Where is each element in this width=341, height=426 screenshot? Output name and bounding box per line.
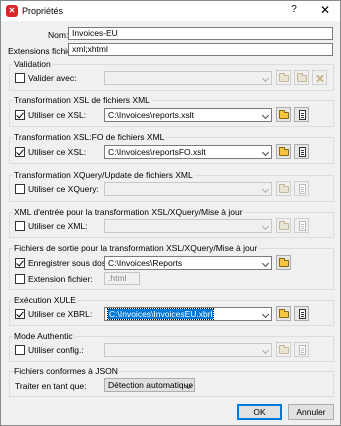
chevron-down-icon xyxy=(261,259,270,268)
xquery-label: Utiliser ce XQuery: xyxy=(28,184,99,194)
xslfo-title: Transformation XSL:FO de fichiers XML xyxy=(13,132,166,142)
xslfo-combo[interactable]: C:\Invoices\reportsFO.xslt xyxy=(104,145,272,159)
xml-input-browse-button[interactable] xyxy=(276,218,291,233)
save-folder-browse-button[interactable] xyxy=(276,255,291,270)
treat-as-combo[interactable]: Détection automatique xyxy=(104,378,195,392)
xquery-open-button[interactable] xyxy=(294,181,309,196)
cancel-button[interactable]: Annuler xyxy=(288,404,334,420)
document-icon xyxy=(299,184,306,194)
file-extension-checkbox[interactable] xyxy=(15,274,25,284)
folder-icon xyxy=(279,110,289,119)
help-button[interactable]: ? xyxy=(288,4,300,15)
xquery-combo[interactable] xyxy=(104,182,272,196)
document-icon xyxy=(299,147,306,157)
xml-input-label: Utiliser ce XML: xyxy=(28,221,88,231)
title-bar: ✕ Propriétés ? ✕ xyxy=(1,1,340,21)
xsl-open-button[interactable] xyxy=(294,107,309,122)
chevron-down-icon xyxy=(261,111,270,120)
validate-checkbox[interactable] xyxy=(15,73,25,83)
document-icon xyxy=(299,221,306,231)
xsl-label: Utiliser ce XSL: xyxy=(28,110,87,120)
dialog-title: Propriétés xyxy=(22,6,64,16)
authentic-combo[interactable] xyxy=(104,343,272,357)
extensions-input[interactable]: xml;xhtml xyxy=(68,43,333,56)
folder-icon xyxy=(279,345,289,354)
folder-icon xyxy=(279,221,289,230)
xsl-browse-button[interactable] xyxy=(276,107,291,122)
close-icon[interactable]: ✕ xyxy=(319,3,331,17)
chevron-down-icon xyxy=(261,310,270,319)
folder-icon xyxy=(279,258,289,267)
authentic-label: Utiliser config.: xyxy=(28,345,84,355)
json-title: Fichiers conformes à JSON xyxy=(13,366,119,376)
xslfo-browse-button[interactable] xyxy=(276,144,291,159)
folder-icon xyxy=(279,309,289,318)
xslfo-checkbox[interactable] xyxy=(15,147,25,157)
output-title: Fichiers de sortie pour la transformatio… xyxy=(13,243,259,253)
save-folder-combo[interactable]: C:\Invoices\Reports xyxy=(104,256,272,270)
folder-icon xyxy=(279,184,289,193)
xbrl-combo[interactable]: C:\Invoices\InvoicesEU.xbrl xyxy=(104,307,272,321)
xml-input-title: XML d'entrée pour la transformation XSL/… xyxy=(13,207,244,217)
chevron-down-icon xyxy=(261,148,270,157)
document-icon xyxy=(299,110,306,120)
xsl-checkbox[interactable] xyxy=(15,110,25,120)
tools-icon xyxy=(316,74,324,82)
xquery-browse-button[interactable] xyxy=(276,181,291,196)
validate-tools-button[interactable] xyxy=(312,70,327,85)
folder-window-icon xyxy=(297,73,307,82)
document-icon xyxy=(299,309,306,319)
properties-dialog: ✕ Propriétés ? ✕ Nom: Invoices-EU Extens… xyxy=(0,0,341,426)
authentic-browse-button[interactable] xyxy=(276,342,291,357)
extensions-label: Extensions fichier: xyxy=(8,46,77,56)
xml-input-combo[interactable] xyxy=(104,219,272,233)
xsl-title: Transformation XSL de fichiers XML xyxy=(13,95,151,105)
save-folder-checkbox[interactable] xyxy=(15,258,25,268)
file-extension-input[interactable]: .html xyxy=(104,272,140,285)
xbrl-browse-button[interactable] xyxy=(276,306,291,321)
xquery-title: Transformation XQuery/Update de fichiers… xyxy=(13,170,194,180)
xquery-checkbox[interactable] xyxy=(15,184,25,194)
xbrl-checkbox[interactable] xyxy=(15,309,25,319)
validate-browse-button[interactable] xyxy=(276,70,291,85)
altova-icon: ✕ xyxy=(6,5,18,17)
name-input[interactable]: Invoices-EU xyxy=(68,27,333,40)
document-icon xyxy=(299,345,306,355)
validate-combo[interactable] xyxy=(104,71,272,85)
xslfo-label: Utiliser ce XSL: xyxy=(28,147,87,157)
authentic-open-button[interactable] xyxy=(294,342,309,357)
validation-title: Validation xyxy=(13,59,52,69)
xml-input-checkbox[interactable] xyxy=(15,221,25,231)
folder-icon xyxy=(279,73,289,82)
treat-as-label: Traiter en tant que: xyxy=(15,381,87,391)
authentic-title: Mode Authentic xyxy=(13,331,74,341)
xbrl-open-button[interactable] xyxy=(294,306,309,321)
validate-window-button[interactable] xyxy=(294,70,309,85)
xule-title: Exécution XULE xyxy=(13,295,77,305)
ok-button[interactable]: OK xyxy=(237,404,282,420)
xslfo-open-button[interactable] xyxy=(294,144,309,159)
validate-label: Valider avec: xyxy=(28,73,77,83)
name-label: Nom: xyxy=(48,30,69,40)
file-extension-label: Extension fichier: xyxy=(28,274,93,284)
folder-icon xyxy=(279,147,289,156)
xsl-combo[interactable]: C:\Invoices\reports.xslt xyxy=(104,108,272,122)
xbrl-label: Utiliser ce XBRL: xyxy=(28,309,93,319)
xml-input-open-button[interactable] xyxy=(294,218,309,233)
authentic-checkbox[interactable] xyxy=(15,345,25,355)
